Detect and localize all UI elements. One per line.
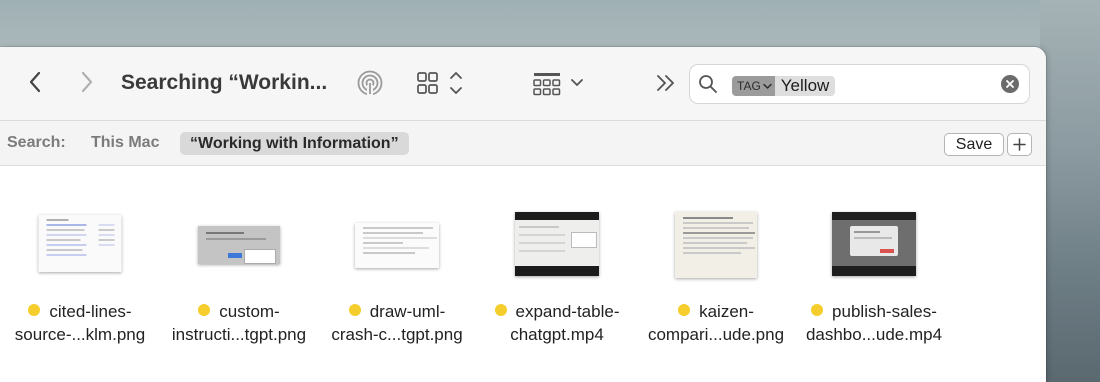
view-mode-button[interactable]	[416, 69, 462, 97]
search-field[interactable]: TAG Yellow	[689, 64, 1030, 104]
file-item[interactable]: kaizen- compari...ude.png	[636, 166, 796, 382]
scope-this-mac[interactable]: This Mac	[91, 134, 159, 152]
file-item[interactable]: publish-sales- dashbo...ude.mp4	[794, 166, 954, 382]
file-grid: cited-lines- source-...klm.png custom- i…	[0, 166, 1046, 382]
window-title: Searching “Workin...	[121, 71, 328, 94]
file-name: draw-uml- crash-c...tgpt.png	[331, 302, 463, 344]
scope-label: Search:	[7, 134, 66, 151]
file-thumbnail	[515, 212, 599, 276]
yellow-tag-dot	[494, 304, 507, 316]
file-thumbnail	[675, 212, 757, 278]
airdrop-button[interactable]	[356, 69, 384, 97]
tag-token-value: Yellow	[774, 76, 836, 96]
file-thumbnail	[832, 212, 916, 276]
airdrop-icon	[357, 70, 383, 97]
toolbar: Searching “Workin... TAG Yellow	[0, 47, 1046, 121]
file-item[interactable]: expand-table- chatgpt.mp4	[477, 166, 637, 382]
toolbar-overflow-button[interactable]	[654, 71, 678, 95]
file-name: expand-table- chatgpt.mp4	[477, 300, 637, 346]
file-thumbnail	[355, 223, 439, 268]
search-icon	[699, 75, 717, 93]
file-name: publish-sales- dashbo...ude.mp4	[805, 302, 943, 344]
file-name: cited-lines- source-...klm.png	[14, 302, 146, 344]
file-thumbnail	[38, 215, 122, 272]
file-item[interactable]: draw-uml- crash-c...tgpt.png	[317, 166, 477, 382]
yellow-tag-dot	[348, 304, 361, 316]
file-thumbnail	[198, 226, 280, 264]
scope-current-folder[interactable]: “Working with Information”	[180, 132, 409, 155]
yellow-tag-dot	[28, 304, 41, 316]
file-name: custom- instructi...tgpt.png	[171, 302, 307, 344]
yellow-tag-dot	[678, 304, 691, 316]
back-button[interactable]	[22, 69, 48, 95]
chevron-down-icon	[763, 83, 772, 89]
file-item[interactable]: custom- instructi...tgpt.png	[159, 166, 319, 382]
tag-token-type[interactable]: TAG	[732, 76, 775, 96]
double-chevron-right-icon	[657, 75, 674, 91]
save-search-button[interactable]: Save	[944, 133, 1004, 156]
file-name: kaizen- compari...ude.png	[647, 302, 785, 344]
clear-search-button[interactable]	[1001, 75, 1019, 93]
file-item[interactable]: cited-lines- source-...klm.png	[0, 166, 160, 382]
plus-icon	[1013, 138, 1026, 151]
desktop-background	[1040, 0, 1100, 382]
group-icon	[533, 73, 583, 96]
chevron-right-icon	[81, 71, 93, 93]
search-scope-bar: Search: This Mac “Working with Informati…	[0, 121, 1046, 166]
icon-view-icon	[417, 72, 462, 94]
yellow-tag-dot	[198, 304, 211, 316]
yellow-tag-dot	[811, 304, 824, 316]
add-criteria-button[interactable]	[1007, 133, 1032, 156]
tag-search-token[interactable]: TAG Yellow	[732, 76, 836, 96]
group-by-button[interactable]	[532, 69, 586, 97]
forward-button[interactable]	[74, 69, 100, 95]
finder-window: Searching “Workin... TAG Yellow Search: …	[0, 47, 1046, 382]
chevron-left-icon	[29, 71, 41, 93]
close-icon	[1006, 80, 1014, 88]
